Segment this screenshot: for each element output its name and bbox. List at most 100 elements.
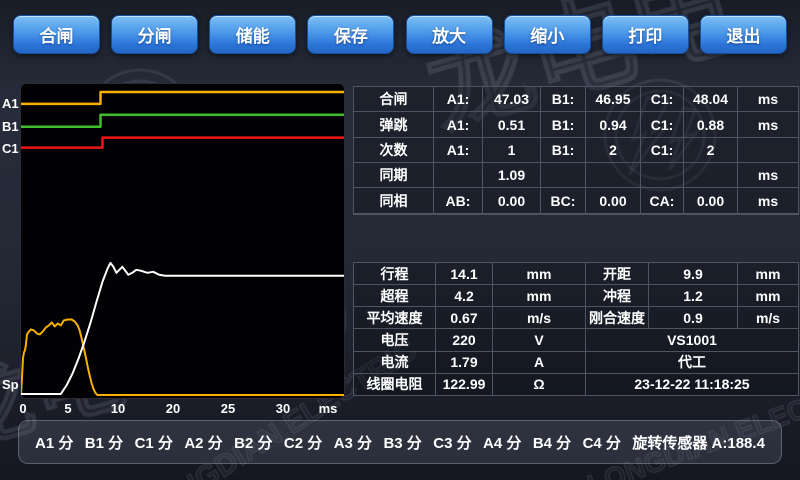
- table-cell: C1:: [641, 87, 684, 112]
- table-cell: 0.9: [649, 307, 738, 329]
- table-cell: m/s: [493, 307, 586, 329]
- table-cell: BC:: [541, 188, 586, 213]
- table-cell: CA:: [641, 188, 684, 213]
- channel-button-b1[interactable]: B1 分: [85, 432, 123, 453]
- trace-label-a1: A1: [2, 96, 19, 111]
- table-cell: 0.00: [684, 188, 738, 213]
- table-cell: 冲程: [586, 285, 649, 307]
- oscillogram-plot: [20, 83, 345, 399]
- channel-button-a3[interactable]: A3 分: [334, 432, 372, 453]
- table-cell: 46.95: [586, 87, 641, 112]
- toolbar-button-6[interactable]: 缩小: [504, 15, 591, 54]
- toolbar-button-2[interactable]: 分闸: [111, 15, 198, 54]
- toolbar-button-8[interactable]: 退出: [700, 15, 787, 54]
- table-row: 电流1.79A代工: [354, 351, 799, 373]
- table-row: 同期1.09ms: [354, 163, 799, 188]
- toolbar-button-4[interactable]: 保存: [307, 15, 394, 54]
- table-cell: 电流: [354, 351, 436, 373]
- channel-status-bar: A1 分 B1 分 C1 分 A2 分 B2 分 C2 分 A3 分 B3 分 C3 分 A4 分…: [18, 420, 782, 464]
- table-cell: 47.03: [483, 87, 541, 112]
- trace-B1-contact: [21, 115, 344, 127]
- x-tick-10: 10: [111, 401, 125, 416]
- table-cell: V: [493, 329, 586, 351]
- channel-button-b4[interactable]: B4 分: [533, 432, 571, 453]
- table-cell: 刚合速度: [586, 307, 649, 329]
- table-cell: [541, 163, 586, 188]
- channel-button-c4[interactable]: C4 分: [583, 432, 621, 453]
- toolbar-button-3[interactable]: 储能: [209, 15, 296, 54]
- channel-button-c1[interactable]: C1 分: [135, 432, 173, 453]
- table-cell: [641, 163, 684, 188]
- toolbar-button-7[interactable]: 打印: [602, 15, 689, 54]
- table-cell: [641, 213, 684, 214]
- table-cell: 2: [684, 137, 738, 162]
- table-cell: VS1001: [586, 329, 799, 351]
- table-cell: 220: [436, 329, 493, 351]
- table-cell: 1: [483, 137, 541, 162]
- channel-button-b2[interactable]: B2 分: [234, 432, 272, 453]
- table-cell: 开距: [586, 263, 649, 285]
- trace-A1-contact: [21, 92, 344, 104]
- table-row: 线圈电阻122.99Ω23-12-22 11:18:25: [354, 373, 799, 395]
- table-cell: 4.2: [436, 285, 493, 307]
- table-cell: [738, 213, 799, 214]
- table-cell: 48.04: [684, 87, 738, 112]
- table-cell: [434, 163, 483, 188]
- x-tick-ms: ms: [319, 401, 338, 416]
- table-cell: A: [493, 351, 586, 373]
- table-cell: [586, 213, 641, 214]
- table-cell: 同相: [354, 188, 434, 213]
- table-cell: [541, 213, 586, 214]
- table-cell: 电压: [354, 329, 436, 351]
- table-cell: 0.94: [586, 112, 641, 137]
- channel-button-a1[interactable]: A1 分: [35, 432, 73, 453]
- table-row: 次数A1:1B1:2C1:2: [354, 137, 799, 162]
- table-cell: 次数: [354, 137, 434, 162]
- top-toolbar: 合闸分闸储能保存放大缩小打印退出: [0, 15, 800, 54]
- table-cell: 23-12-22 11:18:25: [586, 373, 799, 395]
- channel-button-a2[interactable]: A2 分: [184, 432, 222, 453]
- table-cell: A1:: [434, 137, 483, 162]
- table-cell: [684, 213, 738, 214]
- device-screen: 龙电电气 龙电电气 LONGDIAN ELECTRIC LONGDIAN ELE…: [0, 0, 800, 480]
- table-cell: 14.1: [436, 263, 493, 285]
- channel-button-c2[interactable]: C2 分: [284, 432, 322, 453]
- table-cell: 0.00: [586, 188, 641, 213]
- table-cell: 0.51: [483, 112, 541, 137]
- table-cell: 1.2: [649, 285, 738, 307]
- table-cell: mm: [493, 263, 586, 285]
- table-row: 合闸A1:47.03B1:46.95C1:48.04ms: [354, 87, 799, 112]
- table-cell: mm: [493, 285, 586, 307]
- toolbar-button-1[interactable]: 合闸: [13, 15, 100, 54]
- table-cell: 合闸: [354, 87, 434, 112]
- trace-label-sp: Sp: [2, 377, 19, 392]
- table-cell: [738, 137, 799, 162]
- x-tick-30: 30: [276, 401, 290, 416]
- table-cell: [684, 163, 738, 188]
- table-cell: 平均速度: [354, 307, 436, 329]
- trace-C1-contact: [21, 138, 344, 148]
- table-cell: [483, 213, 541, 214]
- trace-travel-Sp: [21, 263, 344, 394]
- table-cell: 行程: [354, 263, 436, 285]
- table-row: 电压220VVS1001: [354, 329, 799, 351]
- trace-label-b1: B1: [2, 119, 19, 134]
- table-cell: 1.79: [436, 351, 493, 373]
- rotary-sensor-readout: 旋转传感器 A:188.4: [632, 432, 765, 453]
- table-cell: 代工: [586, 351, 799, 373]
- channel-button-a4[interactable]: A4 分: [483, 432, 521, 453]
- table-row: 同相AB:0.00BC:0.00CA:0.00ms: [354, 188, 799, 213]
- channel-button-c3[interactable]: C3 分: [433, 432, 471, 453]
- channel-button-b3[interactable]: B3 分: [383, 432, 421, 453]
- table-cell: 122.99: [436, 373, 493, 395]
- table-cell: ms: [738, 163, 799, 188]
- x-tick-20: 20: [166, 401, 180, 416]
- table-row: 行程14.1mm开距9.9mm: [354, 263, 799, 285]
- trace-coil-current: [21, 320, 344, 396]
- table-row: 超程4.2mm冲程1.2mm: [354, 285, 799, 307]
- x-tick-0: 0: [19, 401, 26, 416]
- table-cell: B1:: [541, 112, 586, 137]
- table-cell: C1:: [641, 112, 684, 137]
- toolbar-button-5[interactable]: 放大: [406, 15, 493, 54]
- table-row: 平均速度0.67m/s刚合速度0.9m/s: [354, 307, 799, 329]
